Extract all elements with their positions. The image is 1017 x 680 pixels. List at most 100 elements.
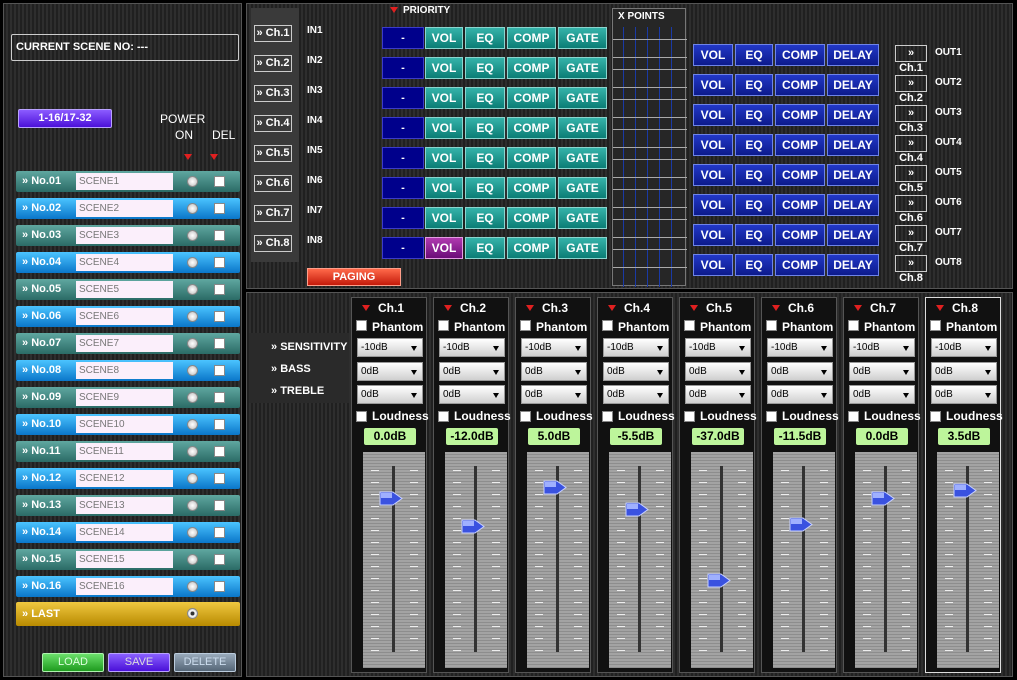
loudness-checkbox[interactable] [356,411,367,422]
output-vol-button[interactable]: VOL [693,164,733,186]
fader-knob[interactable] [543,479,567,496]
input-comp-button[interactable]: COMP [507,177,556,199]
bass-select[interactable]: 0dB [767,362,833,381]
output-delay-button[interactable]: DELAY [827,164,879,186]
output-channel-button[interactable]: » Ch.6 [895,195,927,224]
output-comp-button[interactable]: COMP [775,74,825,96]
fader-knob[interactable] [953,482,977,499]
scene-name-field[interactable]: SCENE12 [76,470,173,487]
output-channel-button[interactable]: » Ch.8 [895,255,927,284]
scene-delete-checkbox[interactable] [214,392,225,403]
phantom-checkbox[interactable] [930,320,941,331]
phantom-checkbox[interactable] [438,320,449,331]
loudness-checkbox[interactable] [766,411,777,422]
output-delay-button[interactable]: DELAY [827,134,879,156]
scene-power-radio[interactable] [187,527,198,538]
fader-knob[interactable] [789,516,813,533]
output-eq-button[interactable]: EQ [735,104,773,126]
input-eq-button[interactable]: EQ [465,27,505,49]
input-vol-button[interactable]: VOL [425,237,463,259]
volume-fader[interactable] [527,452,589,668]
last-power-radio[interactable] [187,608,198,619]
scene-name-field[interactable]: SCENE11 [76,443,173,460]
priority-button[interactable]: - [382,237,424,259]
delete-button[interactable]: DELETE [174,653,236,672]
scene-power-radio[interactable] [187,365,198,376]
scene-power-radio[interactable] [187,554,198,565]
load-button[interactable]: LOAD [42,653,104,672]
input-channel-button[interactable]: » Ch.5 [254,145,292,162]
output-channel-button[interactable]: » Ch.4 [895,135,927,164]
scene-row[interactable]: » No.09 SCENE9 [16,387,240,408]
input-channel-button[interactable]: » Ch.3 [254,85,292,102]
output-eq-button[interactable]: EQ [735,134,773,156]
sensitivity-select[interactable]: -10dB [357,338,423,357]
volume-fader[interactable] [773,452,835,668]
input-gate-button[interactable]: GATE [558,237,607,259]
output-delay-button[interactable]: DELAY [827,224,879,246]
bass-select[interactable]: 0dB [931,362,997,381]
scene-name-field[interactable]: SCENE10 [76,416,173,433]
volume-fader[interactable] [937,452,999,668]
fader-knob[interactable] [625,501,649,518]
output-eq-button[interactable]: EQ [735,164,773,186]
output-vol-button[interactable]: VOL [693,44,733,66]
output-vol-button[interactable]: VOL [693,74,733,96]
output-vol-button[interactable]: VOL [693,104,733,126]
input-vol-button[interactable]: VOL [425,147,463,169]
input-vol-button[interactable]: VOL [425,57,463,79]
scene-row[interactable]: » No.01 SCENE1 [16,171,240,192]
scene-row[interactable]: » No.14 SCENE14 [16,522,240,543]
output-delay-button[interactable]: DELAY [827,104,879,126]
output-comp-button[interactable]: COMP [775,194,825,216]
sensitivity-select[interactable]: -10dB [767,338,833,357]
input-vol-button[interactable]: VOL [425,117,463,139]
output-comp-button[interactable]: COMP [775,44,825,66]
phantom-checkbox[interactable] [684,320,695,331]
loudness-checkbox[interactable] [930,411,941,422]
priority-button[interactable]: - [382,57,424,79]
scene-power-radio[interactable] [187,392,198,403]
scene-delete-checkbox[interactable] [214,365,225,376]
output-delay-button[interactable]: DELAY [827,254,879,276]
scene-delete-checkbox[interactable] [214,338,225,349]
sensitivity-select[interactable]: -10dB [931,338,997,357]
input-channel-button[interactable]: » Ch.8 [254,235,292,252]
fader-knob[interactable] [461,518,485,535]
input-eq-button[interactable]: EQ [465,177,505,199]
treble-select[interactable]: 0dB [357,385,423,404]
treble-select[interactable]: 0dB [603,385,669,404]
output-vol-button[interactable]: VOL [693,194,733,216]
treble-select[interactable]: 0dB [931,385,997,404]
bass-select[interactable]: 0dB [685,362,751,381]
scene-row[interactable]: » No.02 SCENE2 [16,198,240,219]
input-eq-button[interactable]: EQ [465,57,505,79]
scene-row[interactable]: » No.12 SCENE12 [16,468,240,489]
output-comp-button[interactable]: COMP [775,224,825,246]
input-gate-button[interactable]: GATE [558,177,607,199]
output-channel-button[interactable]: » Ch.2 [895,75,927,104]
treble-select[interactable]: 0dB [521,385,587,404]
phantom-checkbox[interactable] [766,320,777,331]
scene-delete-checkbox[interactable] [214,284,225,295]
scene-delete-checkbox[interactable] [214,176,225,187]
output-eq-button[interactable]: EQ [735,194,773,216]
scene-power-radio[interactable] [187,284,198,295]
treble-select[interactable]: 0dB [685,385,751,404]
output-eq-button[interactable]: EQ [735,44,773,66]
priority-button[interactable]: - [382,147,424,169]
scene-name-field[interactable]: SCENE1 [76,173,173,190]
scene-power-radio[interactable] [187,473,198,484]
scene-power-radio[interactable] [187,419,198,430]
fader-knob[interactable] [707,572,731,589]
input-comp-button[interactable]: COMP [507,147,556,169]
bass-select[interactable]: 0dB [603,362,669,381]
output-eq-button[interactable]: EQ [735,74,773,96]
scene-power-radio[interactable] [187,581,198,592]
phantom-checkbox[interactable] [356,320,367,331]
output-comp-button[interactable]: COMP [775,164,825,186]
scene-delete-checkbox[interactable] [214,500,225,511]
loudness-checkbox[interactable] [438,411,449,422]
input-gate-button[interactable]: GATE [558,57,607,79]
output-eq-button[interactable]: EQ [735,254,773,276]
